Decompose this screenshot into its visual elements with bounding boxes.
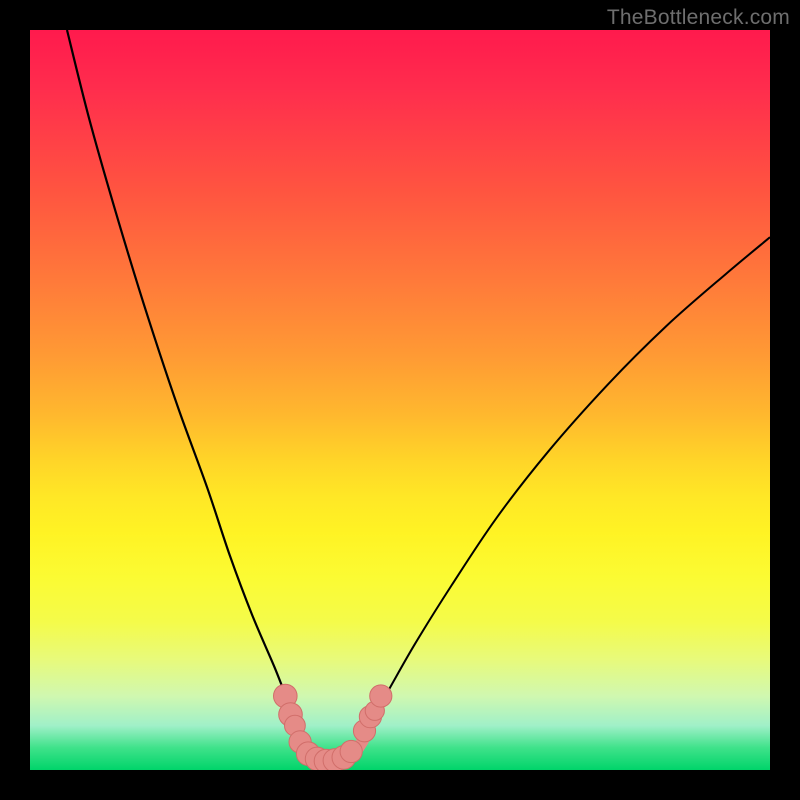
chart-frame: TheBottleneck.com bbox=[0, 0, 800, 800]
valley-marker bbox=[289, 731, 311, 753]
valley-marker bbox=[296, 742, 320, 766]
valley-markers bbox=[274, 684, 392, 770]
valley-marker bbox=[285, 715, 306, 736]
valley-marker bbox=[359, 706, 381, 728]
valley-marker bbox=[332, 746, 356, 770]
curve-group bbox=[67, 30, 770, 770]
valley-marker bbox=[314, 749, 338, 770]
chart-overlay bbox=[30, 30, 770, 770]
valley-marker bbox=[340, 740, 362, 762]
valley-marker bbox=[279, 703, 303, 727]
valley-marker bbox=[305, 747, 329, 770]
valley-marker bbox=[274, 684, 298, 708]
valley-marker bbox=[365, 701, 384, 720]
valley-marker bbox=[323, 749, 347, 770]
left-curve bbox=[67, 30, 315, 755]
watermark-text: TheBottleneck.com bbox=[607, 6, 790, 30]
valley-marker bbox=[353, 720, 375, 742]
plot-area bbox=[30, 30, 770, 770]
valley-marker bbox=[370, 685, 392, 707]
valley-floor-markers-line bbox=[296, 740, 363, 762]
right-curve bbox=[348, 237, 770, 755]
